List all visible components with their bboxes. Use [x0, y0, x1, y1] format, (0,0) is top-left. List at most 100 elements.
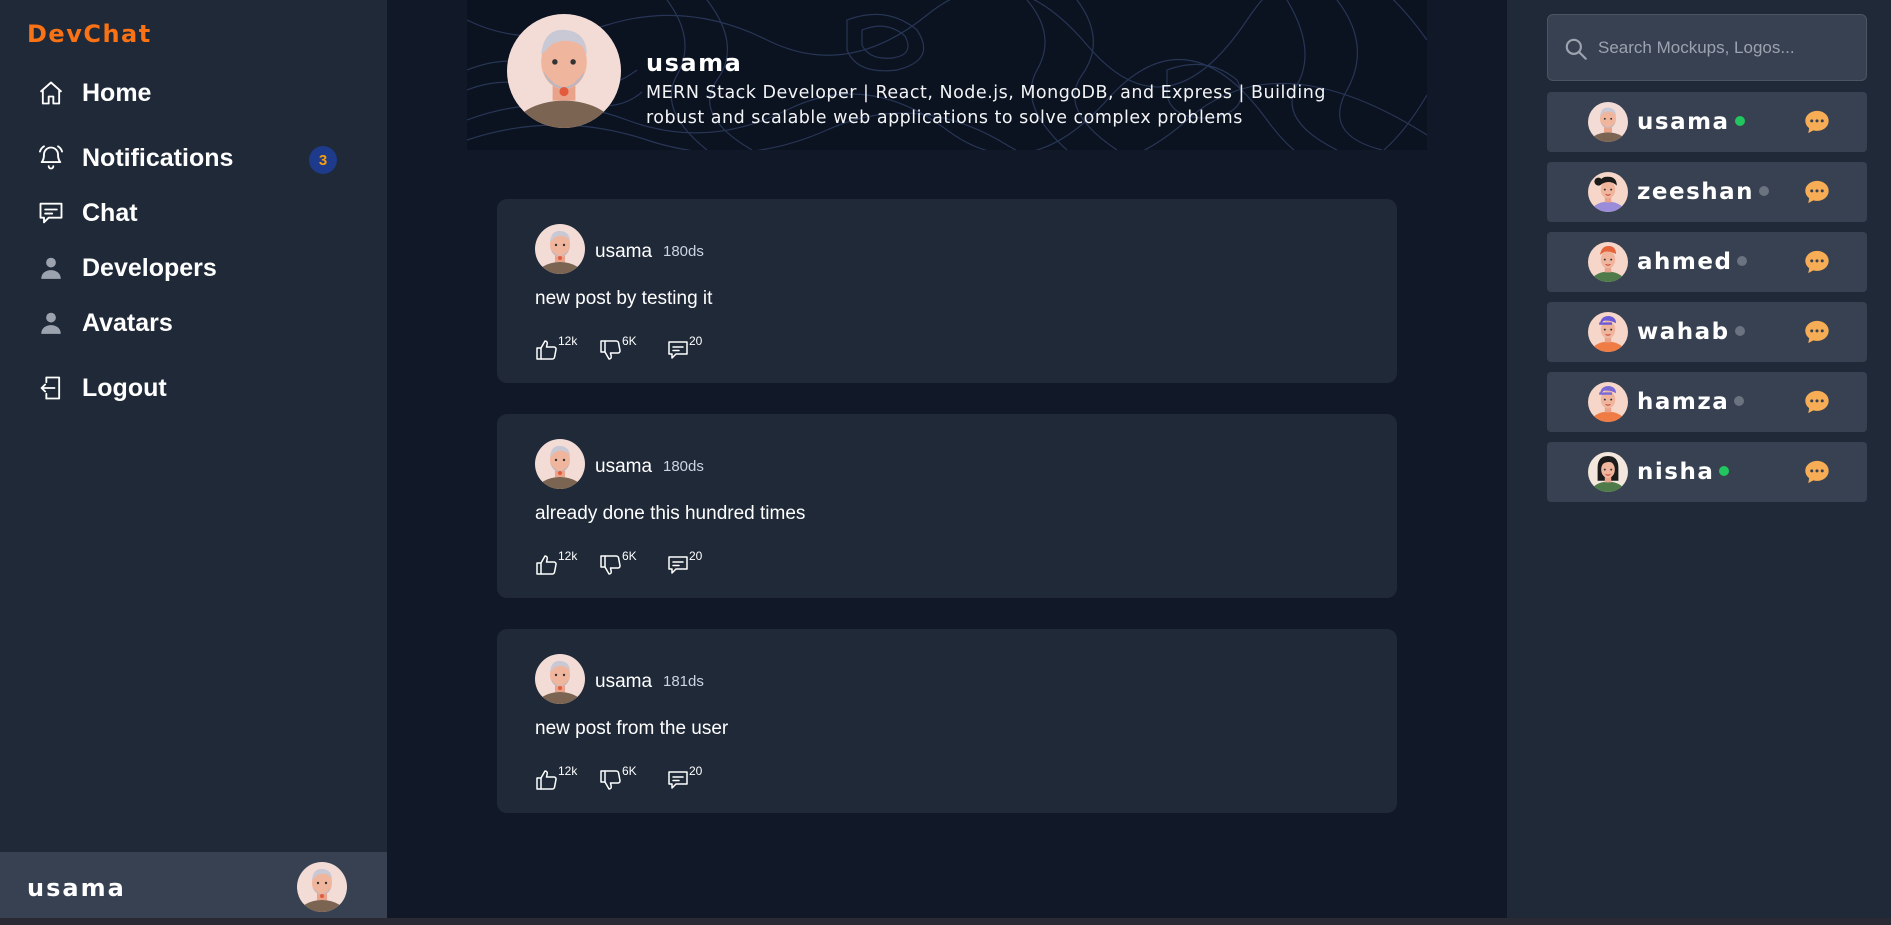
search-box[interactable]: [1547, 14, 1867, 81]
thumbs-up-icon: [535, 764, 559, 797]
like-count: 12k: [558, 764, 578, 778]
avatar[interactable]: [297, 862, 347, 912]
sidebar-item-notifications[interactable]: Notifications 3: [36, 138, 346, 178]
contact-name-wrap: nisha: [1637, 458, 1730, 486]
like-button[interactable]: 12k: [535, 764, 577, 792]
comment-button[interactable]: 20: [666, 764, 702, 792]
thumbs-down-icon: [599, 334, 623, 367]
dislike-button[interactable]: 6K: [599, 334, 637, 362]
sidebar-item-developers[interactable]: Developers: [36, 248, 346, 288]
search-input[interactable]: [1598, 33, 1853, 63]
sidebar-item-label: Home: [82, 78, 152, 107]
contact-name-wrap: wahab: [1637, 318, 1745, 346]
avatar[interactable]: [535, 439, 585, 489]
offline-status-dot: [1734, 326, 1745, 336]
main-feed: usama MERN Stack Developer | React, Node…: [387, 0, 1507, 925]
like-count: 12k: [558, 549, 578, 563]
post-card: usama 181ds new post from the user 12k 6…: [497, 629, 1397, 813]
post-timestamp: 180ds: [663, 243, 704, 260]
offline-status-dot: [1734, 396, 1745, 406]
avatar: [1588, 242, 1628, 282]
sidebar-item-logout[interactable]: Logout: [36, 368, 346, 408]
contact-name-wrap: ahmed: [1637, 248, 1748, 276]
dislike-button[interactable]: 6K: [599, 549, 637, 577]
app-logo[interactable]: DevChat: [27, 20, 152, 48]
post-author[interactable]: usama: [595, 671, 652, 693]
chat-bubble-icon[interactable]: [1803, 458, 1831, 486]
avatar[interactable]: [535, 654, 585, 704]
post-author[interactable]: usama: [595, 241, 652, 263]
like-button[interactable]: 12k: [535, 549, 577, 577]
contact-item[interactable]: hamza: [1547, 372, 1867, 432]
contact-name-wrap: zeeshan: [1637, 178, 1770, 206]
sidebar-item-home[interactable]: Home: [36, 73, 346, 113]
current-user-bar[interactable]: usama: [0, 852, 387, 925]
notification-count-badge: 3: [309, 146, 337, 174]
contact-name: hamza: [1637, 389, 1730, 415]
bell-icon: [36, 143, 66, 173]
contact-name-wrap: hamza: [1637, 388, 1745, 416]
contact-item[interactable]: wahab: [1547, 302, 1867, 362]
contact-item[interactable]: zeeshan: [1547, 162, 1867, 222]
dislike-count: 6K: [622, 549, 637, 563]
sidebar-item-label: Logout: [82, 373, 167, 402]
home-icon: [36, 78, 66, 108]
avatar[interactable]: [535, 224, 585, 274]
chat-bubble-icon[interactable]: [1803, 248, 1831, 276]
contact-name: wahab: [1637, 319, 1730, 345]
chat-bubble-icon[interactable]: [1803, 388, 1831, 416]
post-author[interactable]: usama: [595, 456, 652, 478]
left-sidebar: DevChat Home Notifications 3 Chat Develo…: [0, 0, 387, 925]
profile-bio: MERN Stack Developer | React, Node.js, M…: [646, 83, 1326, 128]
post-content: already done this hundred times: [535, 503, 806, 524]
post-timestamp: 181ds: [663, 673, 704, 690]
comment-icon: [666, 549, 690, 582]
contact-name: nisha: [1637, 459, 1715, 485]
sidebar-item-label: Chat: [82, 198, 138, 227]
avatar: [1588, 382, 1628, 422]
like-button[interactable]: 12k: [535, 334, 577, 362]
thumbs-down-icon: [599, 764, 623, 797]
chat-bubble-icon[interactable]: [1803, 178, 1831, 206]
taskbar-edge: [0, 918, 1891, 925]
online-status-dot: [1719, 466, 1730, 476]
contact-item[interactable]: ahmed: [1547, 232, 1867, 292]
logout-icon: [36, 373, 66, 403]
post-card: usama 180ds already done this hundred ti…: [497, 414, 1397, 598]
contact-name: usama: [1637, 109, 1730, 135]
thumbs-down-icon: [599, 549, 623, 582]
profile-name: usama: [646, 49, 743, 77]
chat-bubble-icon[interactable]: [1803, 108, 1831, 136]
comment-count: 20: [689, 549, 703, 563]
search-icon: [1563, 36, 1589, 62]
avatar: [1588, 312, 1628, 352]
sidebar-item-label: Notifications: [82, 143, 234, 172]
avatar: [1588, 172, 1628, 212]
sidebar-item-label: Avatars: [82, 308, 173, 337]
offline-status-dot: [1737, 256, 1748, 266]
dislike-button[interactable]: 6K: [599, 764, 637, 792]
contact-name: ahmed: [1637, 249, 1733, 275]
thumbs-up-icon: [535, 334, 559, 367]
profile-banner: usama MERN Stack Developer | React, Node…: [467, 0, 1427, 150]
chat-icon: [36, 198, 66, 228]
current-user-name: usama: [27, 874, 126, 902]
contacts-panel: usama zeeshan: [1507, 0, 1891, 925]
online-status-dot: [1734, 116, 1745, 126]
comment-button[interactable]: 20: [666, 549, 702, 577]
sidebar-item-label: Developers: [82, 253, 217, 282]
comment-count: 20: [689, 764, 703, 778]
contact-item[interactable]: nisha: [1547, 442, 1867, 502]
comment-icon: [666, 764, 690, 797]
contact-name: zeeshan: [1637, 179, 1755, 205]
chat-bubble-icon[interactable]: [1803, 318, 1831, 346]
post-timestamp: 180ds: [663, 458, 704, 475]
profile-avatar: [507, 14, 621, 128]
thumbs-up-icon: [535, 549, 559, 582]
post-content: new post from the user: [535, 718, 729, 739]
sidebar-item-avatars[interactable]: Avatars: [36, 303, 346, 343]
contact-item[interactable]: usama: [1547, 92, 1867, 152]
like-count: 12k: [558, 334, 578, 348]
comment-button[interactable]: 20: [666, 334, 702, 362]
sidebar-item-chat[interactable]: Chat: [36, 193, 346, 233]
